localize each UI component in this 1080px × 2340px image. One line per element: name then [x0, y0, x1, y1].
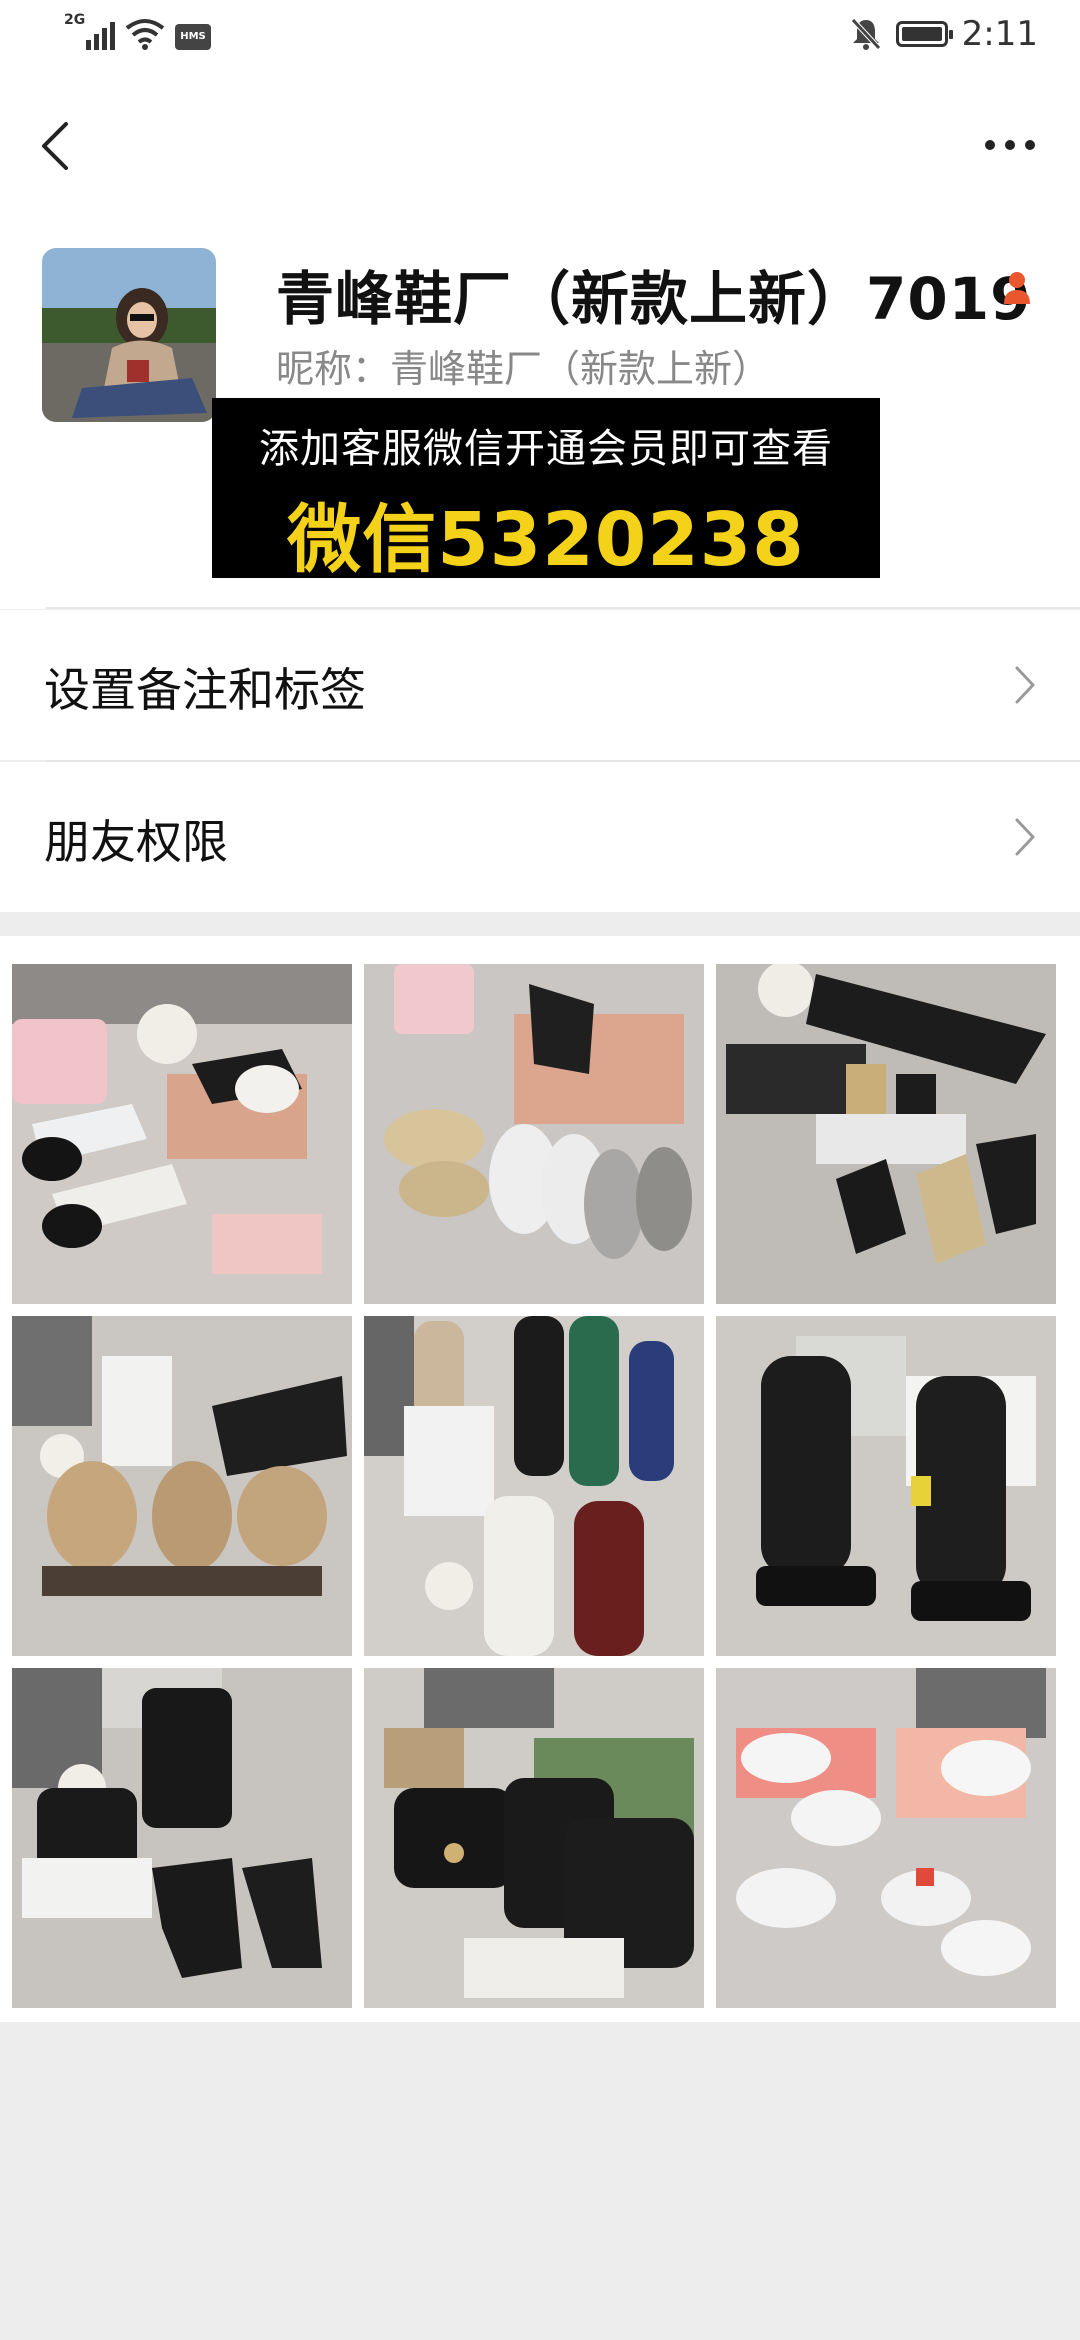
profile-card: 青峰鞋厂（新款上新）7019 昵称：青峰鞋厂（新款上新） 添加客服微信开通会员即… — [0, 206, 1080, 609]
overlay-banner: 添加客服微信开通会员即可查看 微信5320238 — [212, 398, 880, 583]
chevron-right-icon — [1015, 818, 1035, 856]
photo-thumbnail[interactable] — [12, 1668, 352, 2008]
battery-icon — [895, 21, 953, 47]
photo-thumbnail[interactable] — [364, 964, 704, 1304]
nickname: 昵称：青峰鞋厂（新款上新） — [276, 347, 771, 391]
signal-icon: 2G — [62, 12, 116, 50]
mute-icon — [850, 18, 881, 50]
avatar[interactable] — [42, 248, 216, 422]
banner-caption: 添加客服微信开通会员即可查看 — [259, 426, 833, 472]
menu-row-remarks-tags[interactable]: 设置备注和标签 — [0, 610, 1080, 760]
more-dots-icon[interactable] — [980, 130, 1040, 160]
wifi-icon — [126, 19, 165, 50]
photo-thumbnail[interactable] — [716, 964, 1056, 1304]
status-bar: 2G HMS 2:11 — [0, 0, 1080, 76]
chevron-right-icon — [1015, 666, 1035, 704]
menu-label: 设置备注和标签 — [44, 663, 366, 717]
back-chevron-icon[interactable] — [36, 118, 76, 174]
divider — [46, 607, 1080, 609]
photo-thumbnail[interactable] — [12, 964, 352, 1304]
photo-thumbnail[interactable] — [12, 1316, 352, 1656]
network-type: 2G — [64, 12, 86, 28]
hms-icon: HMS — [175, 24, 211, 50]
status-right: 2:11 — [850, 14, 1038, 54]
photo-grid — [12, 964, 1062, 2008]
photo-thumbnail[interactable] — [716, 1668, 1056, 2008]
menu-label: 朋友权限 — [44, 815, 228, 869]
clock: 2:11 — [961, 14, 1038, 54]
display-name: 青峰鞋厂（新款上新）7019 — [276, 265, 1032, 333]
moments-album — [0, 936, 1080, 2022]
photo-thumbnail[interactable] — [364, 1668, 704, 2008]
nav-bar — [0, 76, 1080, 206]
status-left: 2G HMS — [62, 12, 211, 50]
banner-wechat-id: 微信5320238 — [287, 497, 805, 583]
photo-thumbnail[interactable] — [364, 1316, 704, 1656]
photo-thumbnail[interactable] — [716, 1316, 1056, 1656]
person-icon — [1004, 272, 1030, 304]
menu-row-friend-permissions[interactable]: 朋友权限 — [0, 762, 1080, 912]
